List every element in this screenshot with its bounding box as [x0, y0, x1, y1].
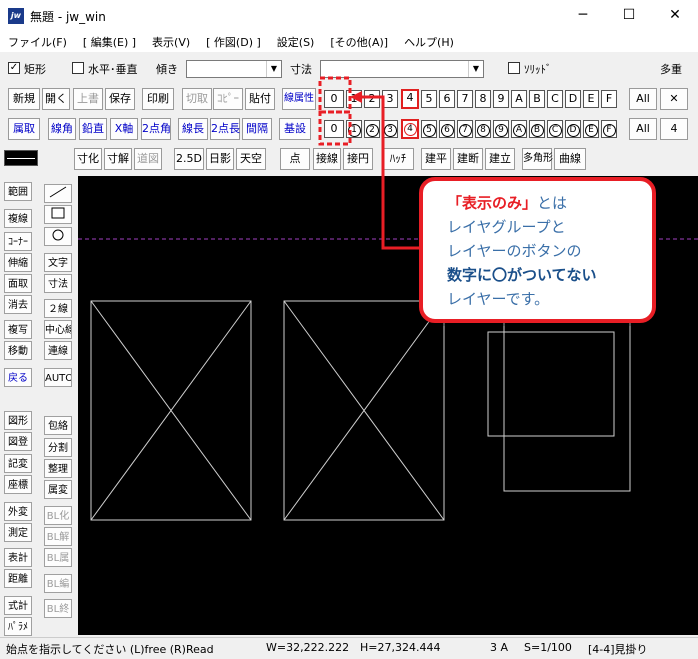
status-bar: 始点を指示してください (L)free (R)Read W=32,222.222… — [0, 637, 698, 659]
status-layer[interactable]: [4-4]見掛り — [588, 641, 648, 657]
highlight-frame-1 — [318, 76, 352, 114]
callout-line-2: レイヤグループと — [447, 218, 566, 236]
status-height: H=27,324.444 — [360, 641, 441, 654]
callout-highlight: 「表示のみ」 — [447, 194, 538, 212]
callout-line-3: レイヤーのボタンの — [447, 242, 582, 260]
status-message: 始点を指示してください (L)free (R)Read — [6, 643, 214, 656]
connector-line — [358, 95, 420, 250]
callout-line-5: レイヤーです。 — [447, 290, 550, 308]
callout-pointer — [318, 76, 420, 250]
arrow-head-icon — [350, 91, 362, 103]
status-paper[interactable]: 3 A — [490, 641, 508, 654]
callout-line-1: 「表示のみ」とは — [447, 191, 652, 215]
callout-line-4: 数字に〇がついてない — [447, 266, 597, 284]
status-scale[interactable]: S=1/100 — [524, 641, 572, 654]
highlight-frame-2 — [318, 110, 352, 146]
status-width: W=32,222.222 — [266, 641, 350, 654]
callout-box: 「表示のみ」とは レイヤグループと レイヤーのボタンの 数字に〇がついてない レ… — [419, 177, 656, 323]
callout-line-1b: とは — [537, 194, 568, 212]
